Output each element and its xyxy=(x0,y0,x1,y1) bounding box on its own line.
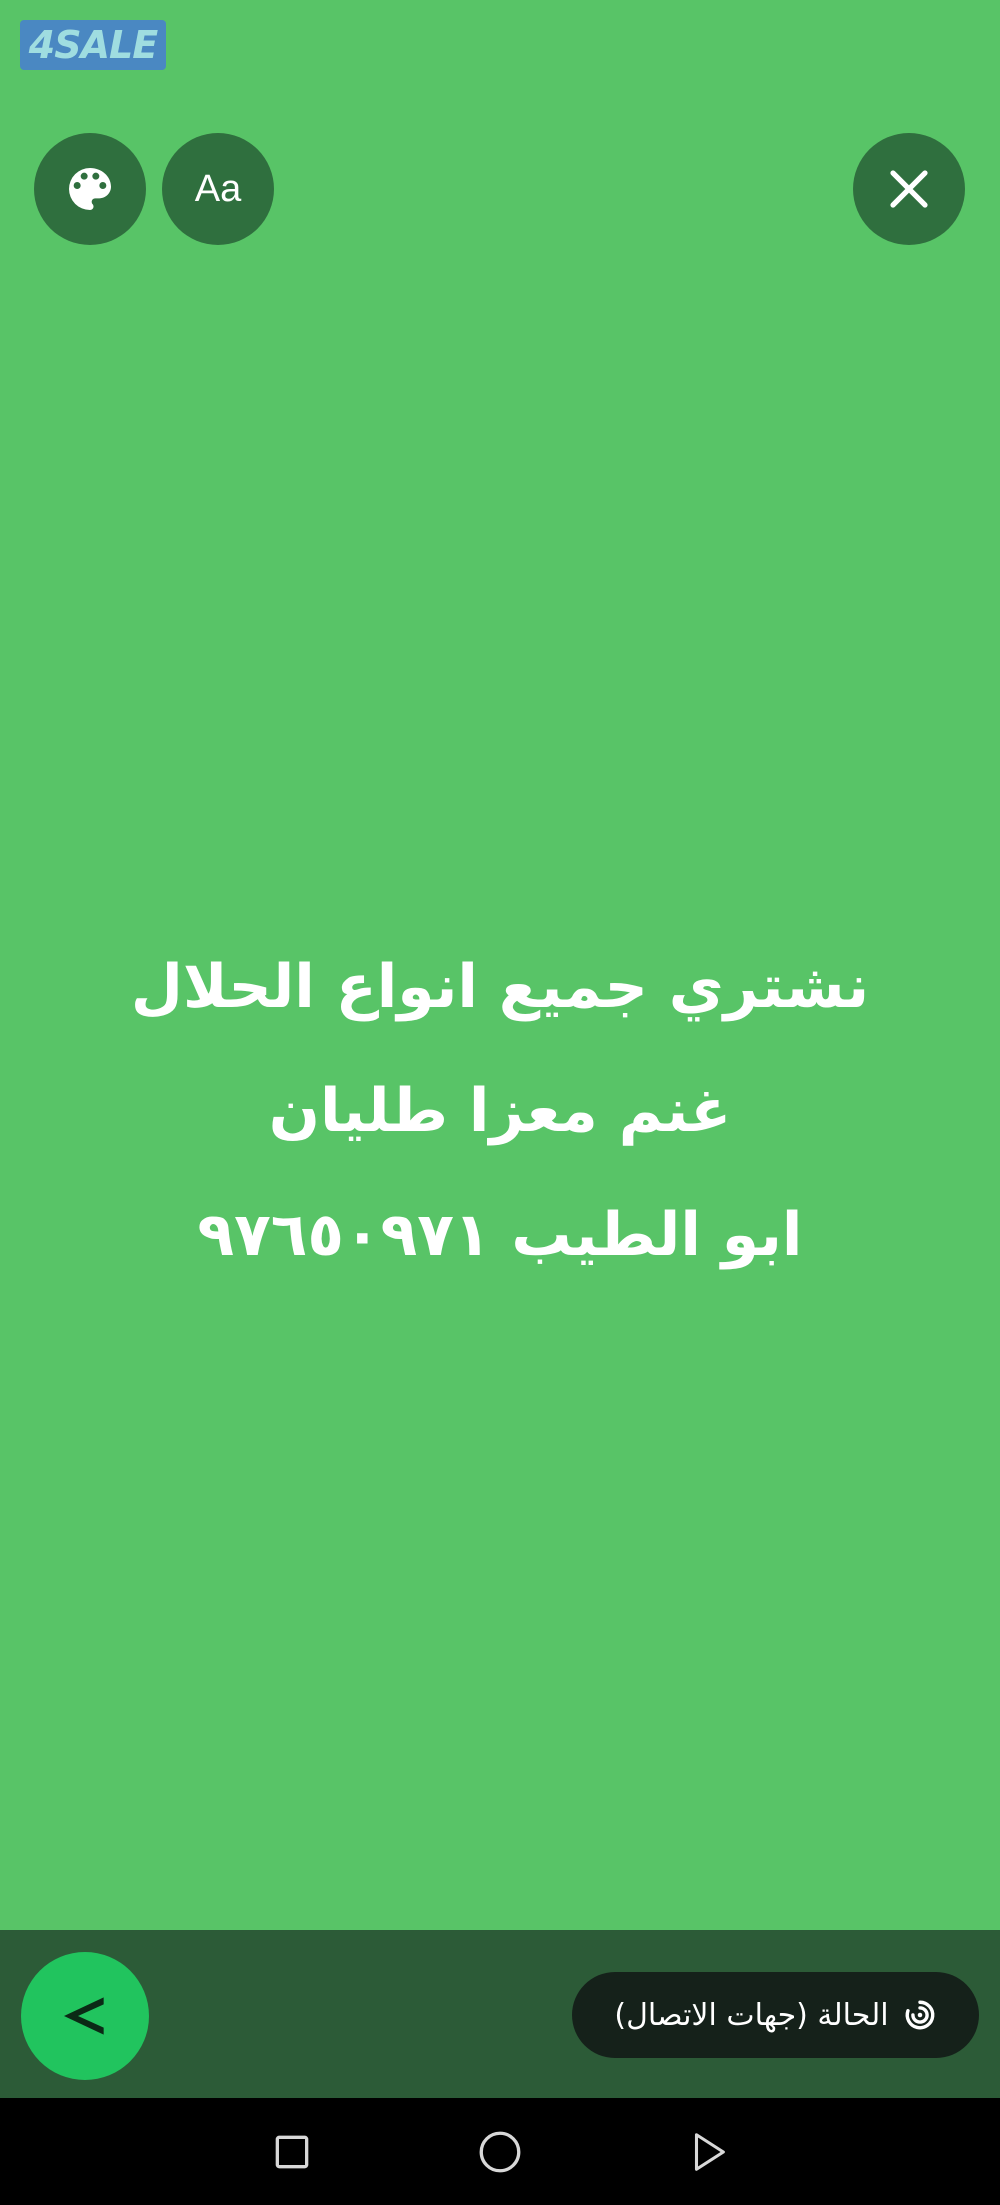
send-icon xyxy=(64,1997,104,2035)
watermark-logo: 4SALE xyxy=(20,20,166,70)
android-nav-bar xyxy=(0,2098,1000,2205)
status-text-line: ابو الطيب ٩٧٦٥٠٩٧١ xyxy=(197,1200,803,1270)
font-style-button[interactable]: Aa xyxy=(162,133,274,245)
close-icon xyxy=(890,170,928,208)
status-icon xyxy=(905,2000,935,2030)
back-button[interactable] xyxy=(678,2122,738,2182)
square-icon xyxy=(275,2135,309,2169)
font-style-label: Aa xyxy=(194,167,242,210)
palette-icon xyxy=(69,168,111,210)
home-button[interactable] xyxy=(470,2122,530,2182)
watermark-text: 4SALE xyxy=(28,23,158,67)
recents-button[interactable] xyxy=(262,2122,322,2182)
bottom-bar: الحالة (جهات الاتصال) xyxy=(0,1930,1000,2098)
close-button[interactable] xyxy=(853,133,965,245)
send-button[interactable] xyxy=(21,1952,149,2080)
status-text-line: غنم معزا طليان xyxy=(268,1076,732,1146)
status-editor-screen: 4SALE Aa نشتري جميع انواع الحلال غنم معز… xyxy=(0,0,1000,2205)
status-text[interactable]: نشتري جميع انواع الحلال غنم معزا طليان ا… xyxy=(40,925,960,1297)
background-color-button[interactable] xyxy=(34,133,146,245)
status-text-line: نشتري جميع انواع الحلال xyxy=(130,952,870,1022)
circle-icon xyxy=(479,2131,521,2173)
triangle-icon xyxy=(694,2133,725,2171)
status-audience-label: الحالة (جهات الاتصال) xyxy=(614,1997,889,2033)
status-audience-button[interactable]: الحالة (جهات الاتصال) xyxy=(572,1972,979,2058)
